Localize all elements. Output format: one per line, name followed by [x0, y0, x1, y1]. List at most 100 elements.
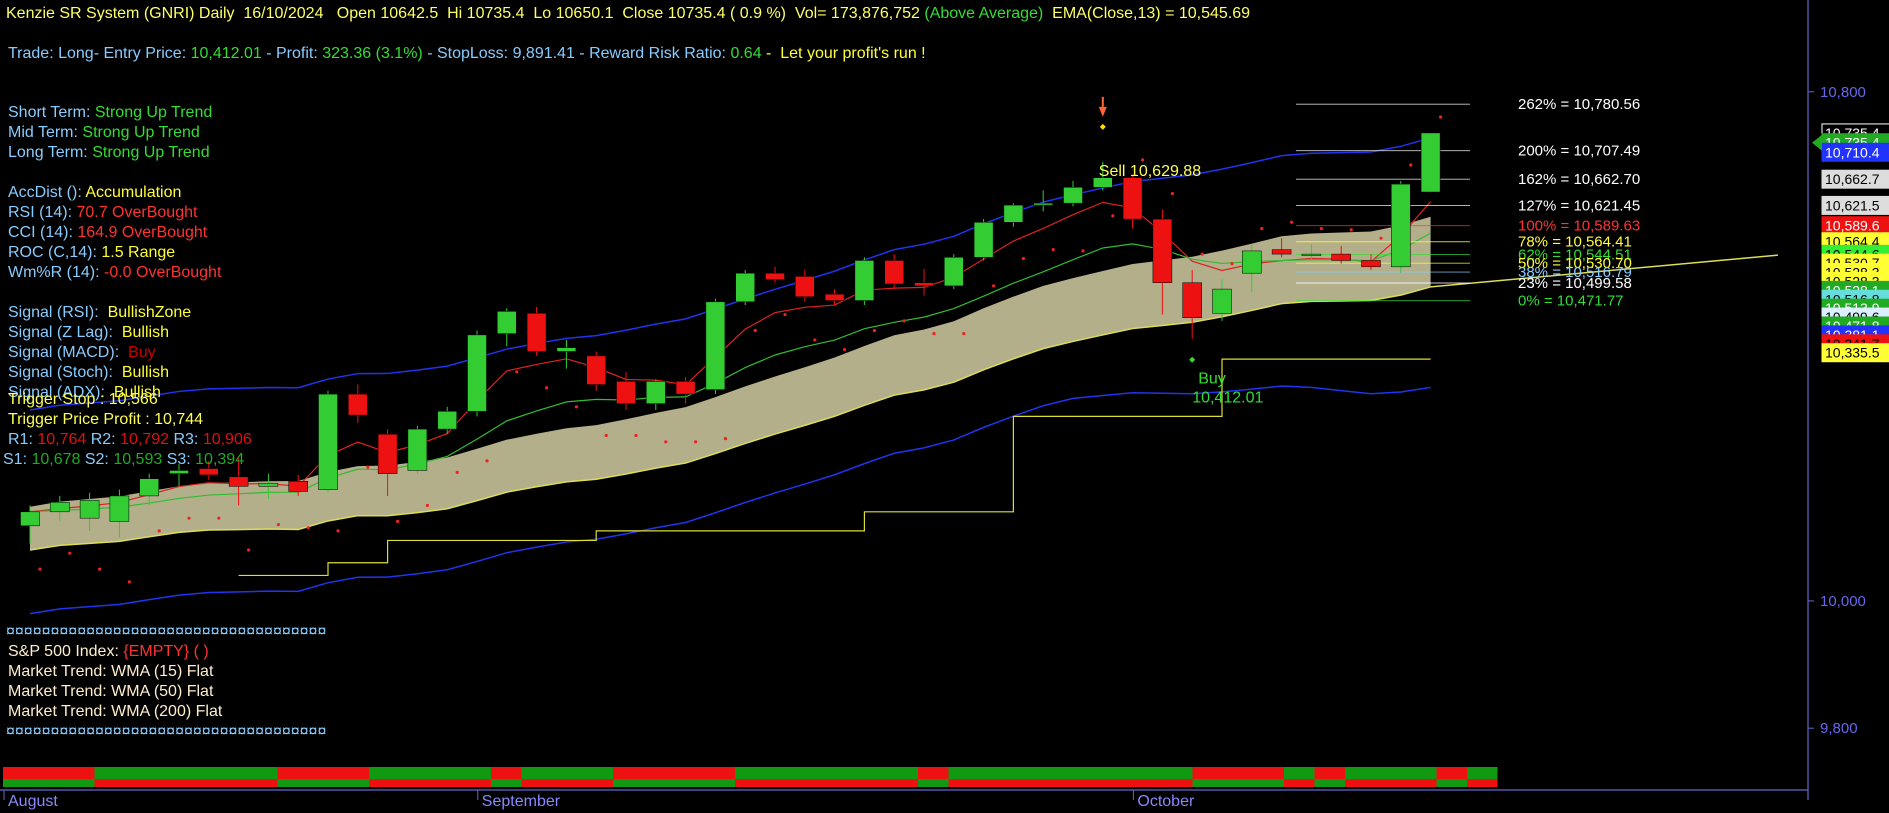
indicator-label-segment: 70.7 OverBought	[76, 204, 198, 221]
candle-body[interactable]	[1182, 282, 1202, 318]
trend-bar-segment-lower	[887, 779, 918, 787]
trend-bar-segment-lower	[1436, 779, 1467, 787]
indicator-label: ROC (C,14): 1.5 Range	[8, 244, 175, 261]
signal-label-segment: Bullish	[122, 324, 169, 341]
sar-dot	[1409, 163, 1413, 167]
sar-dot	[962, 332, 966, 336]
trend-bar-segment	[979, 767, 1010, 779]
sar-dot	[902, 319, 906, 323]
candle-body[interactable]	[735, 272, 755, 303]
market-trend-label-segment: Market Trend: WMA (50) Flat	[8, 683, 214, 700]
candle-body[interactable]	[1361, 260, 1381, 268]
candle-body[interactable]	[348, 393, 368, 416]
header-line-segment: Kenzie SR System (GNRI) Daily 16/10/2024…	[6, 5, 924, 22]
trend-bar-segment	[1009, 767, 1040, 779]
trend-bar-segment	[765, 767, 796, 779]
candle-body[interactable]	[1063, 187, 1083, 204]
candle-body[interactable]	[1271, 249, 1292, 255]
trigger-profit-label: Trigger Price Profit : 10,744	[8, 411, 203, 428]
candle-body[interactable]	[1242, 250, 1262, 274]
trend-bar-segment	[1375, 767, 1406, 779]
candle-body[interactable]	[765, 272, 785, 280]
candle-body[interactable]	[258, 482, 279, 487]
trend-bar-segment	[1131, 767, 1162, 779]
candle-body[interactable]	[914, 282, 934, 287]
indicator-label-segment: AccDist ():	[8, 184, 85, 201]
candle-body[interactable]	[884, 260, 904, 285]
fib-label: 100% = 10,589.63	[1518, 218, 1640, 235]
candle-body[interactable]	[199, 468, 219, 476]
trend-bar-segment	[796, 767, 827, 779]
candle-body[interactable]	[705, 301, 726, 390]
candle-body[interactable]	[586, 355, 606, 385]
candle-body[interactable]	[467, 334, 487, 412]
trend-bar-segment	[857, 767, 888, 779]
trend-bar-segment-lower	[1070, 779, 1101, 787]
candle-body[interactable]	[497, 311, 517, 334]
trend-bar-segment-lower	[1314, 779, 1345, 787]
candle-body[interactable]	[1003, 204, 1024, 223]
sar-dot	[872, 328, 877, 333]
trend-label-segment: Short Term:	[8, 104, 95, 121]
candle-body[interactable]	[437, 411, 457, 430]
candle-body[interactable]	[1420, 132, 1441, 193]
candle-body[interactable]	[526, 313, 547, 352]
trend-bar-segment	[1345, 767, 1376, 779]
candle-body[interactable]	[944, 257, 964, 287]
candle-body[interactable]	[973, 222, 994, 258]
price-tick-label: 10,800	[1820, 84, 1866, 101]
price-tick-label: 10,000	[1820, 593, 1866, 610]
chart-root: 262% = 10,780.56 200% = 10,707.49 162% = 1…	[0, 0, 1889, 813]
candle-body[interactable]	[1212, 288, 1232, 314]
candle-body[interactable]	[1122, 177, 1143, 220]
indicator-label-segment: RSI (14):	[8, 204, 76, 221]
candle-body[interactable]	[1152, 218, 1173, 283]
candle-body[interactable]	[824, 293, 845, 301]
trend-bar-segment	[582, 767, 613, 779]
trend-bar-segment-lower	[430, 779, 461, 787]
trend-bar-segment	[887, 767, 918, 779]
trend-bar-segment	[399, 767, 430, 779]
candle-body[interactable]	[318, 393, 338, 490]
candle-body[interactable]	[675, 381, 696, 395]
sar-dot	[1439, 115, 1443, 119]
buy-price-label: 10,412.01	[1192, 390, 1263, 407]
candlestick-chart[interactable]: 262% = 10,780.56 200% = 10,707.49 162% = 1…	[0, 0, 1889, 813]
candle-body[interactable]	[616, 381, 636, 404]
candle-body[interactable]	[169, 470, 189, 474]
signal-label: Signal (Stoch): Bullish	[8, 364, 169, 381]
trend-label-segment: Mid Term:	[8, 124, 82, 141]
candle-body[interactable]	[377, 433, 398, 474]
candle-body[interactable]	[1391, 183, 1411, 268]
text-overlay-layer: Sell 10,629.88 Buy 10,412.01 Kenzie SR Syst…	[3, 5, 1263, 740]
candle-body[interactable]	[20, 511, 40, 527]
candle-body[interactable]	[646, 381, 666, 404]
trend-bar-segment-lower	[186, 779, 217, 787]
support-label-segment: 10,593	[113, 451, 162, 468]
candle-body[interactable]	[288, 481, 308, 492]
candle-body[interactable]	[50, 502, 70, 513]
candle-body[interactable]	[1033, 202, 1053, 206]
candle-body[interactable]	[407, 428, 428, 471]
trade-line-segment: - Let your profit's run !	[762, 45, 926, 62]
indicator-label: Wm%R (14): -0.0 OverBought	[8, 264, 222, 281]
sar-dot	[1141, 158, 1145, 162]
resistance-label: R1: 10,764 R2: 10,792 R3: 10,906	[8, 431, 252, 448]
candle-body[interactable]	[1331, 253, 1351, 261]
trend-bar-segment-lower	[460, 779, 491, 787]
trend-bar-segment	[918, 767, 949, 779]
candle-body[interactable]	[109, 495, 130, 522]
candle-body[interactable]	[795, 276, 815, 297]
candle-body[interactable]	[139, 478, 159, 497]
candle-body[interactable]	[556, 347, 577, 352]
trend-bar-segment	[460, 767, 491, 779]
indicator-label-segment: 1.5 Range	[101, 244, 175, 261]
trend-bar-segment	[948, 767, 979, 779]
support-label-segment: 10,678	[31, 451, 80, 468]
fib-label: 23% = 10,499.58	[1518, 275, 1632, 292]
candle-body[interactable]	[79, 500, 100, 519]
trend-bar-segment	[521, 767, 552, 779]
candle-body[interactable]	[854, 260, 875, 301]
candle-body[interactable]	[228, 476, 249, 487]
candle-body[interactable]	[1301, 253, 1322, 256]
